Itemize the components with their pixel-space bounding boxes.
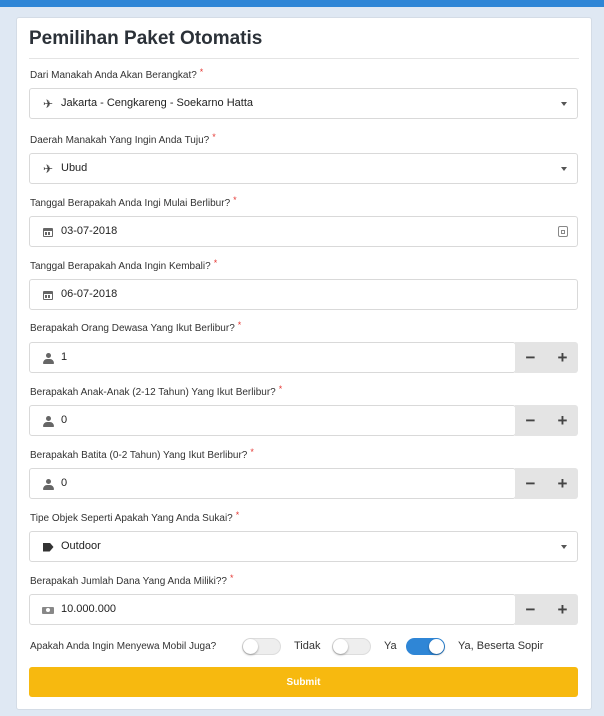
calendar-icon [41, 225, 55, 239]
budget-input[interactable]: 10.000.000 [29, 594, 516, 625]
object-type-label: Tipe Objek Seperti Apakah Yang Anda Suka… [30, 510, 240, 524]
car-rental-toggle-ya-sopir[interactable] [406, 638, 445, 655]
adults-label: Berapakah Orang Dewasa Yang Ikut Berlibu… [30, 320, 242, 334]
calendar-picker-icon[interactable] [558, 226, 568, 237]
adults-minus-button[interactable]: − [515, 342, 546, 373]
adults-value: 1 [61, 351, 68, 363]
car-rental-option-ya-sopir: Ya, Beserta Sopir [458, 640, 544, 652]
page-title: Pemilihan Paket Otomatis [29, 28, 263, 49]
infants-value: 0 [61, 477, 68, 489]
package-form-card: Pemilihan Paket Otomatis Dari Manakah An… [16, 17, 592, 710]
user-icon [41, 477, 55, 491]
object-type-select[interactable]: Outdoor [29, 531, 578, 562]
departure-select[interactable]: ✈ Jakarta - Cengkareng - Soekarno Hatta [29, 88, 578, 119]
destination-value: Ubud [61, 162, 88, 174]
infants-minus-button[interactable]: − [515, 468, 546, 499]
budget-value: 10.000.000 [61, 603, 117, 615]
departure-value: Jakarta - Cengkareng - Soekarno Hatta [61, 97, 253, 109]
end-date-input[interactable]: 06-07-2018 [29, 279, 578, 310]
car-rental-option-tidak: Tidak [294, 640, 321, 652]
submit-button[interactable]: Submit [29, 667, 578, 697]
object-type-value: Outdoor [61, 540, 101, 552]
adults-stepper: − + [515, 342, 578, 373]
caret-down-icon [561, 545, 567, 549]
children-input[interactable]: 0 [29, 405, 516, 436]
plane-icon: ✈ [42, 97, 54, 111]
title-divider [29, 58, 579, 59]
infants-input[interactable]: 0 [29, 468, 516, 499]
infants-label: Berapakah Batita (0-2 Tahun) Yang Ikut B… [30, 447, 254, 461]
children-minus-button[interactable]: − [515, 405, 546, 436]
departure-label: Dari Manakah Anda Akan Berangkat? * [30, 67, 204, 81]
children-stepper: − + [515, 405, 578, 436]
children-label: Berapakah Anak-Anak (2-12 Tahun) Yang Ik… [30, 384, 283, 398]
plane-icon: ✈ [42, 162, 54, 176]
budget-stepper: − + [515, 594, 578, 625]
car-rental-question: Apakah Anda Ingin Menyewa Mobil Juga? [30, 641, 217, 652]
car-rental-toggle-ya[interactable] [332, 638, 371, 655]
car-rental-toggle-tidak[interactable] [242, 638, 281, 655]
infants-stepper: − + [515, 468, 578, 499]
destination-select[interactable]: ✈ Ubud [29, 153, 578, 184]
start-date-input[interactable]: 03-07-2018 [29, 216, 578, 247]
caret-down-icon [561, 167, 567, 171]
money-icon [41, 603, 55, 617]
top-bar [0, 0, 604, 7]
caret-down-icon [561, 102, 567, 106]
adults-plus-button[interactable]: + [547, 342, 578, 373]
adults-input[interactable]: 1 [29, 342, 516, 373]
user-icon [41, 414, 55, 428]
car-rental-option-ya: Ya [384, 640, 397, 652]
end-date-label: Tanggal Berapakah Anda Ingin Kembali? * [30, 258, 218, 272]
budget-label: Berapakah Jumlah Dana Yang Anda Miliki??… [30, 573, 234, 587]
start-date-value: 03-07-2018 [61, 225, 118, 237]
budget-minus-button[interactable]: − [515, 594, 546, 625]
tag-icon [41, 540, 55, 554]
user-icon [41, 351, 55, 365]
start-date-label: Tanggal Berapakah Anda Ingi Mulai Berlib… [30, 195, 237, 209]
children-value: 0 [61, 414, 68, 426]
end-date-value: 06-07-2018 [61, 288, 118, 300]
infants-plus-button[interactable]: + [547, 468, 578, 499]
children-plus-button[interactable]: + [547, 405, 578, 436]
calendar-icon [41, 288, 55, 302]
destination-label: Daerah Manakah Yang Ingin Anda Tuju? * [30, 132, 216, 146]
budget-plus-button[interactable]: + [547, 594, 578, 625]
